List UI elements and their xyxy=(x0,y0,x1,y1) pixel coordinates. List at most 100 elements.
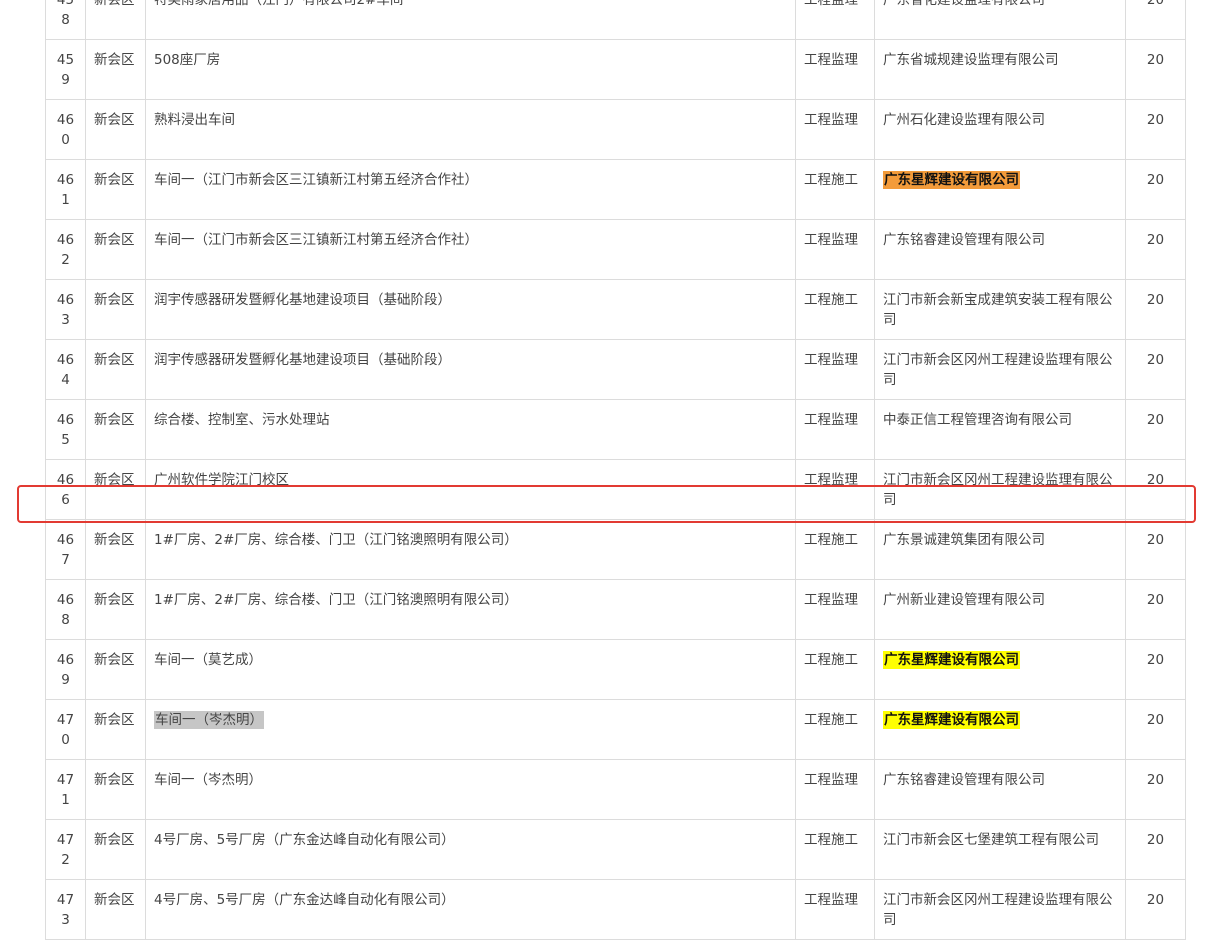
company-highlight: 广东星辉建设有限公司 xyxy=(883,651,1020,669)
project-name-cell: 508座厂房 xyxy=(145,39,796,100)
district-cell: 新会区 xyxy=(85,579,146,640)
score-cell: 20 xyxy=(1125,399,1186,460)
project-name-cell: 特美雨家居用品（江门）有限公司2#车间 xyxy=(145,0,796,40)
work-type-cell: 工程监理 xyxy=(795,399,875,460)
company-cell: 广东省城规建设监理有限公司 xyxy=(874,39,1126,100)
project-table: 458 新会区 特美雨家居用品（江门）有限公司2#车间 工程监理 广东省化建设监理有限公… xyxy=(45,0,1186,940)
score-cell: 20 xyxy=(1125,99,1186,160)
score-cell: 20 xyxy=(1125,39,1186,100)
row-number-cell: 468 xyxy=(45,579,86,640)
district-cell: 新会区 xyxy=(85,99,146,160)
row-number-cell: 472 xyxy=(45,819,86,880)
district-cell: 新会区 xyxy=(85,639,146,700)
district-cell: 新会区 xyxy=(85,519,146,580)
score-cell: 20 xyxy=(1125,0,1186,40)
score-cell: 20 xyxy=(1125,159,1186,220)
district-cell: 新会区 xyxy=(85,279,146,340)
work-type-cell: 工程施工 xyxy=(795,519,875,580)
table-row: 459 新会区 508座厂房 工程监理 广东省城规建设监理有限公司 20 xyxy=(45,39,1186,100)
table-row: 470 新会区 车间一（岑杰明） 工程施工 广东星辉建设有限公司 20 xyxy=(45,699,1186,760)
district-cell: 新会区 xyxy=(85,699,146,760)
project-name-cell: 车间一（岑杰明） xyxy=(145,759,796,820)
row-number-cell: 463 xyxy=(45,279,86,340)
project-name-cell: 4号厂房、5号厂房（广东金达峰自动化有限公司） xyxy=(145,819,796,880)
table-row: 471 新会区 车间一（岑杰明） 工程监理 广东铭睿建设管理有限公司 20 xyxy=(45,759,1186,820)
work-type-cell: 工程监理 xyxy=(795,759,875,820)
district-cell: 新会区 xyxy=(85,159,146,220)
work-type-cell: 工程施工 xyxy=(795,819,875,880)
company-cell: 江门市新会区冈州工程建设监理有限公司 xyxy=(874,879,1126,940)
row-number-cell: 465 xyxy=(45,399,86,460)
project-name-cell: 车间一（莫艺成） xyxy=(145,639,796,700)
table-row: 461 新会区 车间一（江门市新会区三江镇新江村第五经济合作社） 工程施工 广东星辉建设… xyxy=(45,159,1186,220)
project-name-cell: 广州软件学院江门校区 xyxy=(145,459,796,520)
project-name-highlight: 车间一（岑杰明） xyxy=(154,711,264,729)
company-cell: 广州新业建设管理有限公司 xyxy=(874,579,1126,640)
row-number-cell: 470 xyxy=(45,699,86,760)
work-type-cell: 工程监理 xyxy=(795,579,875,640)
company-cell: 广东铭睿建设管理有限公司 xyxy=(874,759,1126,820)
company-cell: 广东星辉建设有限公司 xyxy=(874,699,1126,760)
company-cell: 广东星辉建设有限公司 xyxy=(874,159,1126,220)
score-cell: 20 xyxy=(1125,459,1186,520)
score-cell: 20 xyxy=(1125,639,1186,700)
company-cell: 广州石化建设监理有限公司 xyxy=(874,99,1126,160)
score-cell: 20 xyxy=(1125,819,1186,880)
row-number-cell: 461 xyxy=(45,159,86,220)
project-name-cell: 润宇传感器研发暨孵化基地建设项目（基础阶段） xyxy=(145,279,796,340)
project-name-cell: 1#厂房、2#厂房、综合楼、门卫（江门铭澳照明有限公司） xyxy=(145,519,796,580)
project-name-cell: 熟料浸出车间 xyxy=(145,99,796,160)
table-row: 472 新会区 4号厂房、5号厂房（广东金达峰自动化有限公司） 工程施工 江门市新会区七… xyxy=(45,819,1186,880)
score-cell: 20 xyxy=(1125,219,1186,280)
row-number-cell: 460 xyxy=(45,99,86,160)
company-cell: 江门市新会新宝成建筑安装工程有限公司 xyxy=(874,279,1126,340)
table-row: 467 新会区 1#厂房、2#厂房、综合楼、门卫（江门铭澳照明有限公司） 工程施工 广东… xyxy=(45,519,1186,580)
company-cell: 广东景诚建筑集团有限公司 xyxy=(874,519,1126,580)
project-name-cell: 车间一（江门市新会区三江镇新江村第五经济合作社） xyxy=(145,219,796,280)
row-number-cell: 462 xyxy=(45,219,86,280)
district-cell: 新会区 xyxy=(85,759,146,820)
score-cell: 20 xyxy=(1125,339,1186,400)
work-type-cell: 工程施工 xyxy=(795,159,875,220)
row-number-cell: 467 xyxy=(45,519,86,580)
district-cell: 新会区 xyxy=(85,39,146,100)
row-number-cell: 473 xyxy=(45,879,86,940)
company-highlight: 广东星辉建设有限公司 xyxy=(883,711,1020,729)
work-type-cell: 工程监理 xyxy=(795,879,875,940)
table-row: 462 新会区 车间一（江门市新会区三江镇新江村第五经济合作社） 工程监理 广东铭睿建设… xyxy=(45,219,1186,280)
table-row: 473 新会区 4号厂房、5号厂房（广东金达峰自动化有限公司） 工程监理 江门市新会区冈… xyxy=(45,879,1186,940)
work-type-cell: 工程施工 xyxy=(795,279,875,340)
district-cell: 新会区 xyxy=(85,219,146,280)
company-cell: 江门市新会区冈州工程建设监理有限公司 xyxy=(874,459,1126,520)
table-row: 468 新会区 1#厂房、2#厂房、综合楼、门卫（江门铭澳照明有限公司） 工程监理 广州… xyxy=(45,579,1186,640)
project-name-cell: 车间一（江门市新会区三江镇新江村第五经济合作社） xyxy=(145,159,796,220)
district-cell: 新会区 xyxy=(85,819,146,880)
work-type-cell: 工程监理 xyxy=(795,0,875,40)
company-cell: 广东星辉建设有限公司 xyxy=(874,639,1126,700)
score-cell: 20 xyxy=(1125,699,1186,760)
table-body: 458 新会区 特美雨家居用品（江门）有限公司2#车间 工程监理 广东省化建设监理有限公… xyxy=(45,0,1186,940)
project-name-cell: 综合楼、控制室、污水处理站 xyxy=(145,399,796,460)
score-cell: 20 xyxy=(1125,579,1186,640)
work-type-cell: 工程监理 xyxy=(795,219,875,280)
company-cell: 广东铭睿建设管理有限公司 xyxy=(874,219,1126,280)
table-row: 465 新会区 综合楼、控制室、污水处理站 工程监理 中泰正信工程管理咨询有限公司 20 xyxy=(45,399,1186,460)
row-number-cell: 459 xyxy=(45,39,86,100)
row-number-cell: 458 xyxy=(45,0,86,40)
company-highlight: 广东星辉建设有限公司 xyxy=(883,171,1020,189)
score-cell: 20 xyxy=(1125,879,1186,940)
table-row: 460 新会区 熟料浸出车间 工程监理 广州石化建设监理有限公司 20 xyxy=(45,99,1186,160)
district-cell: 新会区 xyxy=(85,399,146,460)
work-type-cell: 工程施工 xyxy=(795,639,875,700)
score-cell: 20 xyxy=(1125,759,1186,820)
work-type-cell: 工程监理 xyxy=(795,39,875,100)
company-cell: 江门市新会区七堡建筑工程有限公司 xyxy=(874,819,1126,880)
table-row: 464 新会区 润宇传感器研发暨孵化基地建设项目（基础阶段） 工程监理 江门市新会区冈州… xyxy=(45,339,1186,400)
project-name-cell: 4号厂房、5号厂房（广东金达峰自动化有限公司） xyxy=(145,879,796,940)
score-cell: 20 xyxy=(1125,279,1186,340)
score-cell: 20 xyxy=(1125,519,1186,580)
table-row: 469 新会区 车间一（莫艺成） 工程施工 广东星辉建设有限公司 20 xyxy=(45,639,1186,700)
row-number-cell: 469 xyxy=(45,639,86,700)
project-name-cell: 1#厂房、2#厂房、综合楼、门卫（江门铭澳照明有限公司） xyxy=(145,579,796,640)
company-cell: 中泰正信工程管理咨询有限公司 xyxy=(874,399,1126,460)
